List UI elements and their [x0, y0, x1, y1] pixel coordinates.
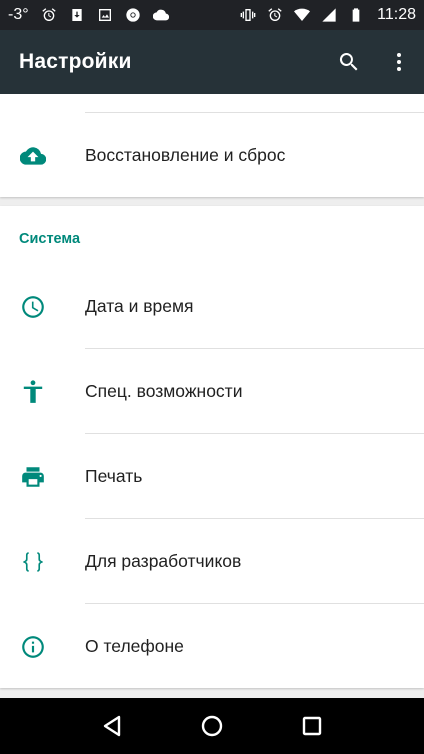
signal-icon [321, 7, 337, 23]
page-title: Настройки [19, 50, 132, 73]
braces-icon [20, 549, 46, 575]
list-item-label: Дата и время [85, 296, 194, 316]
list-item-backup-reset[interactable]: Восстановление и сброс [0, 113, 424, 198]
more-vert-icon [397, 53, 401, 71]
recents-button[interactable] [292, 706, 332, 746]
clock-time: 11:28 [377, 6, 416, 23]
settings-list: Восстановление и сброс Система Дата и вр… [0, 94, 424, 698]
cloud-upload-icon [20, 143, 46, 169]
list-item-label: Восстановление и сброс [85, 145, 286, 165]
list-item-date-time[interactable]: Дата и время [0, 264, 424, 349]
list-item-label: Печать [85, 466, 143, 486]
search-icon [339, 53, 358, 71]
image-icon [97, 7, 113, 23]
status-left: -3° [8, 6, 169, 24]
temperature-text: -3° [8, 6, 29, 23]
printer-icon [20, 464, 46, 490]
list-item-developer-options[interactable]: Для разработчиков [0, 519, 424, 604]
search-button[interactable] [324, 30, 374, 94]
home-icon [201, 715, 223, 737]
list-item-label: Спец. возможности [85, 381, 243, 401]
battery-icon [348, 7, 364, 23]
home-button[interactable] [192, 706, 232, 746]
settings-card-system: Система Дата и время Спец. возможности П… [0, 206, 424, 688]
info-icon [20, 634, 46, 660]
wifi-icon [294, 7, 311, 23]
more-options-button[interactable] [374, 30, 424, 94]
accessibility-icon [20, 379, 46, 405]
list-item-about-phone[interactable]: О телефоне [0, 604, 424, 689]
cloud-icon [152, 7, 169, 23]
list-item-printing[interactable]: Печать [0, 434, 424, 519]
back-icon [103, 715, 121, 737]
navigation-bar [0, 698, 424, 754]
status-bar: -3° 11:28 [0, 0, 424, 30]
app-bar: Настройки [0, 30, 424, 94]
status-right: 11:28 [240, 6, 416, 24]
clock-icon [20, 294, 46, 320]
app-bar-actions [324, 30, 424, 94]
section-header-system: Система [19, 231, 81, 247]
vibrate-icon [240, 7, 256, 23]
list-item-label: Для разработчиков [85, 551, 242, 571]
recents-icon [302, 716, 322, 736]
list-item-accessibility[interactable]: Спец. возможности [0, 349, 424, 434]
chrome-icon [125, 7, 141, 23]
download-icon [69, 7, 85, 23]
list-item-label: О телефоне [85, 636, 184, 656]
alarm-icon [267, 7, 283, 23]
back-button[interactable] [92, 706, 132, 746]
alarm-icon [41, 7, 57, 23]
settings-card-personal: Восстановление и сброс [0, 94, 424, 197]
